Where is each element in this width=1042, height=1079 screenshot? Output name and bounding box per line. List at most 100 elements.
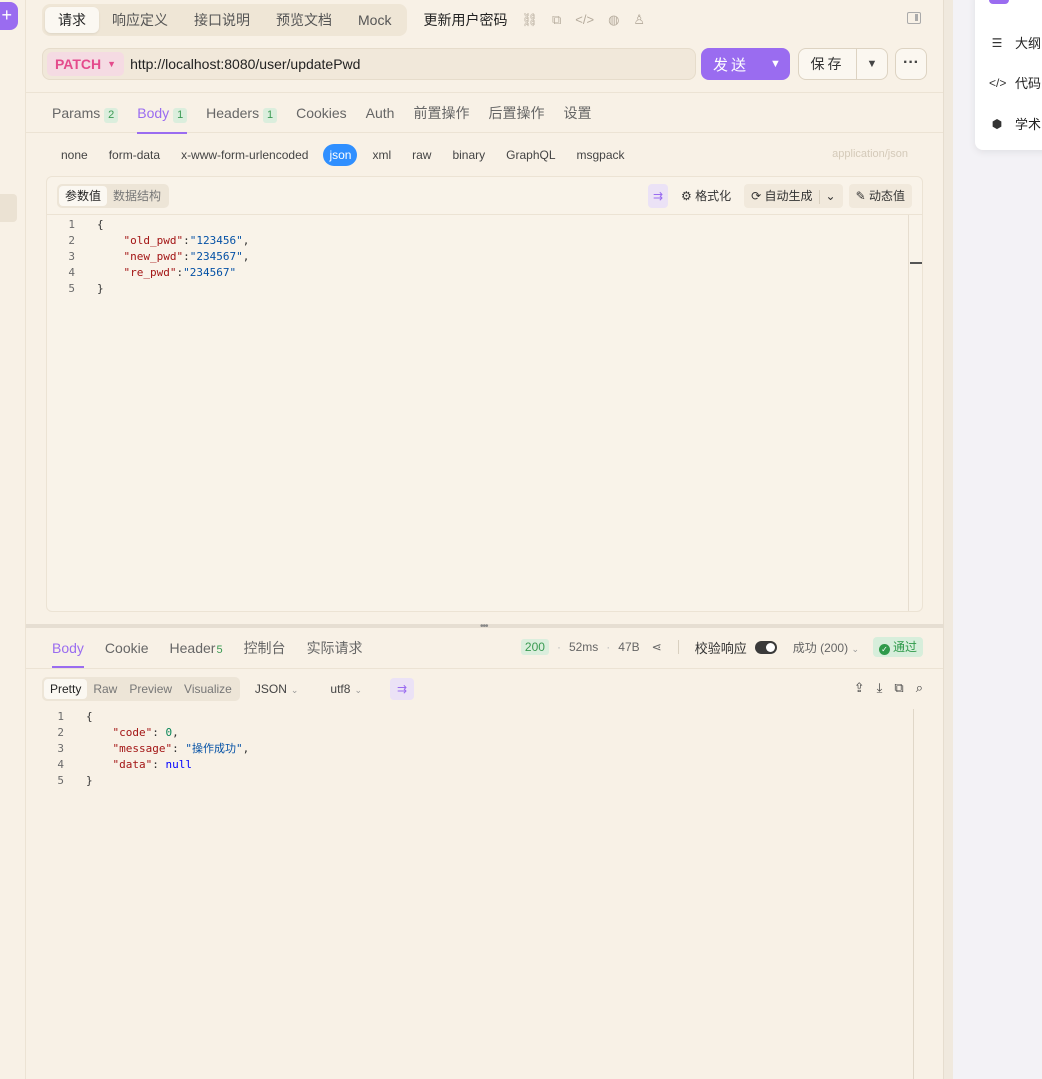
body-type-binary[interactable]: binary [446, 144, 491, 166]
result-select[interactable]: 成功 (200) ⌄ [793, 639, 859, 656]
format-select[interactable]: JSON ⌄ [255, 682, 299, 696]
tab-params[interactable]: Params 2 [52, 93, 119, 133]
chevron-down-icon[interactable]: ▼ [857, 58, 887, 70]
chevron-down-icon[interactable]: ⌄ [826, 189, 836, 203]
menu-item-code[interactable]: </> 代码 [989, 73, 1041, 92]
response-body-code[interactable]: 1{ 2 "code": 0, 3 "message": "操作成功", 4 "… [36, 709, 249, 789]
right-menu-card: ☰ 大纲 </> 代码 ⬢ 学术 [975, 0, 1042, 150]
globe-icon[interactable]: ◍ [608, 12, 619, 28]
upload-icon[interactable]: ⇪ [854, 680, 865, 696]
copy-icon[interactable]: ⧉ [552, 12, 561, 28]
list-icon: ☰ [991, 35, 1003, 50]
right-panel: ☰ 大纲 </> 代码 ⬢ 学术 [953, 0, 1042, 1079]
method-label: PATCH [55, 56, 102, 72]
body-type-selector: none form-data x-www-form-urlencoded jso… [55, 144, 640, 166]
editor-actions: ⇉ ⚙ 格式化 ⟳ 自动生成 ⌄ ✎ 动态值 [647, 184, 912, 208]
tab-console[interactable]: 控制台 [244, 629, 286, 668]
tab-param-values[interactable]: 参数值 [59, 185, 108, 206]
headers-count-badge: 1 [263, 108, 278, 123]
request-tabs: Params 2 Body 1 Headers 1 Cookies Auth 前置操作… [26, 92, 943, 134]
chevron-down-icon: ⌄ [851, 643, 859, 654]
download-icon[interactable]: ⤓ [877, 680, 883, 696]
endpoint-title[interactable]: 更新用户密码 [423, 10, 507, 30]
body-type-form-data[interactable]: form-data [103, 144, 166, 166]
tab-actual-request[interactable]: 实际请求 [307, 629, 363, 668]
save-button[interactable]: 保存 ▼ [798, 48, 888, 80]
tab-auth[interactable]: Auth [366, 93, 395, 133]
code-icon[interactable]: </> [575, 12, 594, 28]
header-count-badge: 5 [216, 644, 223, 656]
url-input[interactable]: http://localhost:8080/user/updatePwd [130, 56, 360, 72]
body-type-graphql[interactable]: GraphQL [500, 144, 561, 166]
body-type-msgpack[interactable]: msgpack [571, 144, 631, 166]
tab-headers[interactable]: Headers 1 [206, 93, 278, 133]
logo-icon [989, 0, 1009, 4]
tab-request[interactable]: 请求 [45, 7, 99, 33]
body-type-urlencoded[interactable]: x-www-form-urlencoded [175, 144, 314, 166]
chevron-down-icon: ▼ [107, 59, 117, 69]
tab-mock[interactable]: Mock [345, 7, 404, 33]
request-body-code[interactable]: 1{ 2 "old_pwd":"123456", 3 "new_pwd":"23… [47, 217, 249, 297]
add-button[interactable]: + [0, 2, 18, 30]
tab-data-schema[interactable]: 数据结构 [107, 186, 167, 206]
menu-item-outline[interactable]: ☰ 大纲 [989, 33, 1041, 52]
wrap-icon[interactable]: ⇉ [389, 678, 414, 700]
validate-label: 校验响应 [694, 640, 747, 656]
response-toolbar: Pretty Raw Preview Visualize JSON ⌄ utf8 ⌄… [42, 677, 414, 701]
tab-pre-ops[interactable]: 前置操作 [413, 93, 469, 133]
body-type-json[interactable]: json [323, 144, 358, 166]
tab-cookies[interactable]: Cookies [296, 93, 347, 133]
top-bar: 请求 响应定义 接口说明 预览文档 Mock 更新用户密码 ⛓ ⧉ </> ◍ … [42, 4, 645, 36]
tab-preview-doc[interactable]: 预览文档 [263, 7, 345, 33]
body-type-xml[interactable]: xml [366, 144, 397, 166]
tab-preview[interactable]: Preview [123, 679, 178, 699]
tab-response-definition[interactable]: 响应定义 [99, 7, 181, 33]
left-rail: + [0, 0, 26, 1079]
tab-visualize[interactable]: Visualize [178, 679, 238, 699]
pane-splitter[interactable]: ••• [26, 621, 943, 632]
validate-toggle[interactable] [754, 640, 777, 654]
send-button[interactable]: 发送 ▼ [701, 48, 790, 80]
params-count-badge: 2 [104, 108, 119, 123]
dynamic-value-button[interactable]: ✎ 动态值 [848, 184, 912, 208]
tab-resp-body[interactable]: Body [52, 629, 84, 668]
tab-raw[interactable]: Raw [87, 679, 123, 699]
tab-resp-header[interactable]: Header5 [170, 629, 223, 668]
wrap-icon[interactable]: ⇉ [647, 184, 669, 208]
more-button[interactable]: ··· [895, 48, 927, 80]
chevron-down-icon[interactable]: ▼ [761, 58, 790, 70]
tab-settings[interactable]: 设置 [563, 93, 591, 133]
tab-post-ops[interactable]: 后置操作 [488, 93, 544, 133]
tab-resp-cookie[interactable]: Cookie [105, 629, 149, 668]
format-button[interactable]: ⚙ 格式化 [674, 184, 738, 208]
main-panel: 请求 响应定义 接口说明 预览文档 Mock 更新用户密码 ⛓ ⧉ </> ◍ … [26, 0, 943, 1079]
academic-icon: ⬢ [991, 116, 1003, 131]
response-scrollbar[interactable] [913, 709, 927, 1079]
save-label: 保存 [799, 49, 857, 79]
menu-item-academic[interactable]: ⬢ 学术 [989, 114, 1041, 133]
body-type-raw[interactable]: raw [406, 144, 437, 166]
user-icon[interactable]: ♙ [633, 12, 645, 28]
tab-body[interactable]: Body 1 [137, 93, 188, 134]
search-icon[interactable]: ⌕ [916, 680, 923, 696]
body-type-none[interactable]: none [55, 144, 94, 166]
pass-badge: ✓ 通过 [872, 637, 923, 657]
content-type-label: application/json [832, 148, 908, 160]
copy-icon[interactable]: ⧉ [894, 680, 903, 696]
sidebar-selected-item[interactable] [0, 194, 17, 222]
editor-scrollbar[interactable] [908, 215, 922, 611]
link-icon[interactable]: ⛓ [521, 12, 538, 28]
encoding-select[interactable]: utf8 ⌄ [330, 682, 362, 696]
scroll-marker [910, 262, 922, 264]
tab-api-description[interactable]: 接口说明 [181, 7, 263, 33]
method-select[interactable]: PATCH ▼ [47, 52, 125, 76]
body-count-badge: 1 [173, 108, 188, 123]
auto-generate-button[interactable]: ⟳ 自动生成 ⌄ [744, 184, 843, 208]
share-icon[interactable]: ⋖ [652, 640, 662, 654]
panel-toggle-icon[interactable] [907, 12, 921, 24]
tab-pretty[interactable]: Pretty [44, 679, 88, 699]
top-tabs: 请求 响应定义 接口说明 预览文档 Mock [42, 4, 408, 36]
send-label: 发送 [712, 56, 749, 74]
response-actions: ⇪ ⤓ ⧉ ⌕ [854, 680, 923, 696]
title-actions: ⛓ ⧉ </> ◍ ♙ [521, 12, 645, 28]
